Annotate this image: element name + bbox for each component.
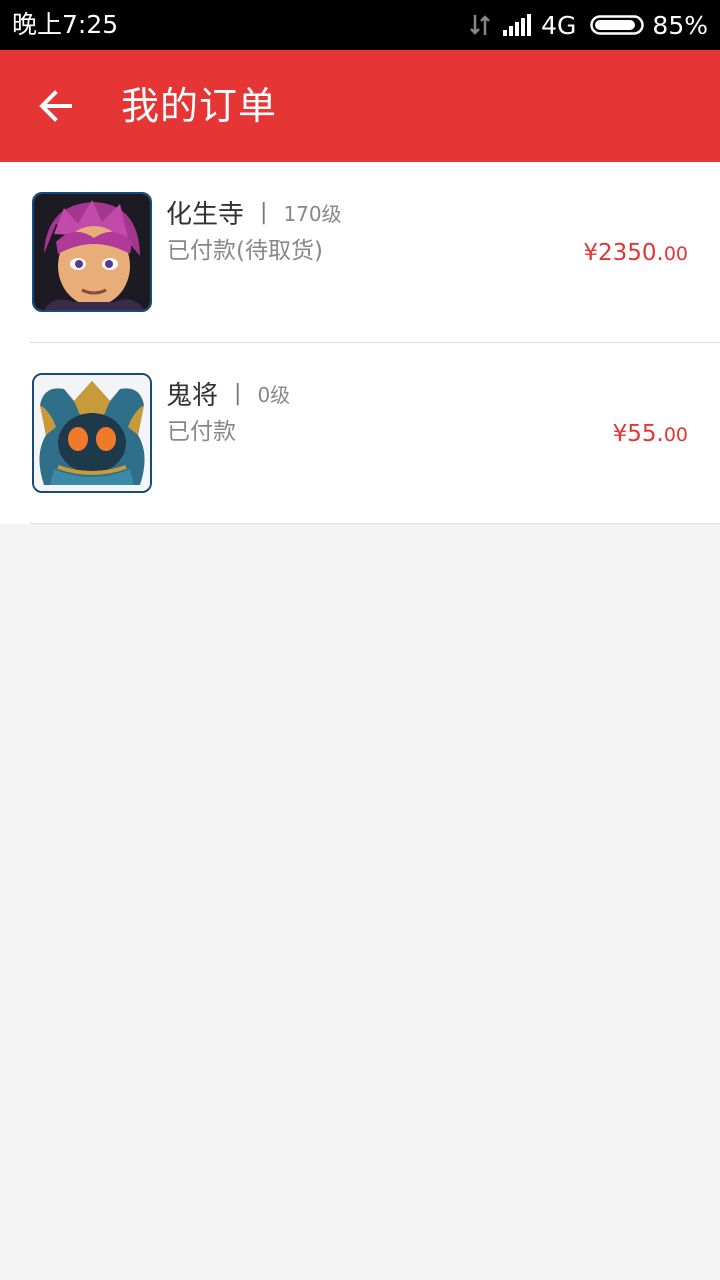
status-bar: 晚上7:25 4G 85% [0,0,720,50]
signal-strength-icon [503,14,532,36]
title-separator: | [234,380,242,406]
order-status: 已付款 [167,419,236,445]
order-item[interactable]: 鬼将 | 0级 已付款 ¥55.00 [0,343,720,524]
status-indicators: 4G 85% [469,8,708,42]
order-title-row: 鬼将 | 0级 [166,373,290,413]
status-time: 晚上7:25 [12,10,119,39]
data-transfer-icon [470,15,491,35]
character-level: 170级 [283,201,342,226]
character-portrait-icon [34,194,150,310]
character-level: 0级 [257,382,291,407]
network-type: 4G [541,10,577,40]
arrow-left-icon [39,90,72,122]
order-list: 化生寺 | 170级 已付款(待取货) ¥2350.00 鬼将 | 0级 已付款… [0,162,720,524]
hua-sheng-si-character-avatar [32,192,152,312]
order-title-row: 化生寺 | 170级 [166,192,342,232]
order-price: ¥2350.00 [583,237,688,270]
character-portrait-icon [34,375,150,491]
battery-icon [590,15,645,35]
price-main: ¥55. [612,421,664,447]
page-title: 我的订单 [121,84,278,128]
order-item[interactable]: 化生寺 | 170级 已付款(待取货) ¥2350.00 [0,162,720,343]
price-cents: 00 [663,243,688,265]
gui-jiang-character-avatar [32,373,152,493]
order-status: 已付款(待取货) [167,238,323,264]
price-cents: 00 [663,424,688,446]
order-price: ¥55.00 [613,418,688,451]
app-bar: 我的订单 [0,50,720,162]
divider [30,523,720,524]
character-name: 化生寺 [166,199,245,230]
title-separator: | [260,199,268,225]
price-main: ¥2350. [583,240,664,266]
back-button[interactable] [28,78,84,134]
character-name: 鬼将 [166,380,219,411]
battery-percentage: 85% [652,10,708,40]
